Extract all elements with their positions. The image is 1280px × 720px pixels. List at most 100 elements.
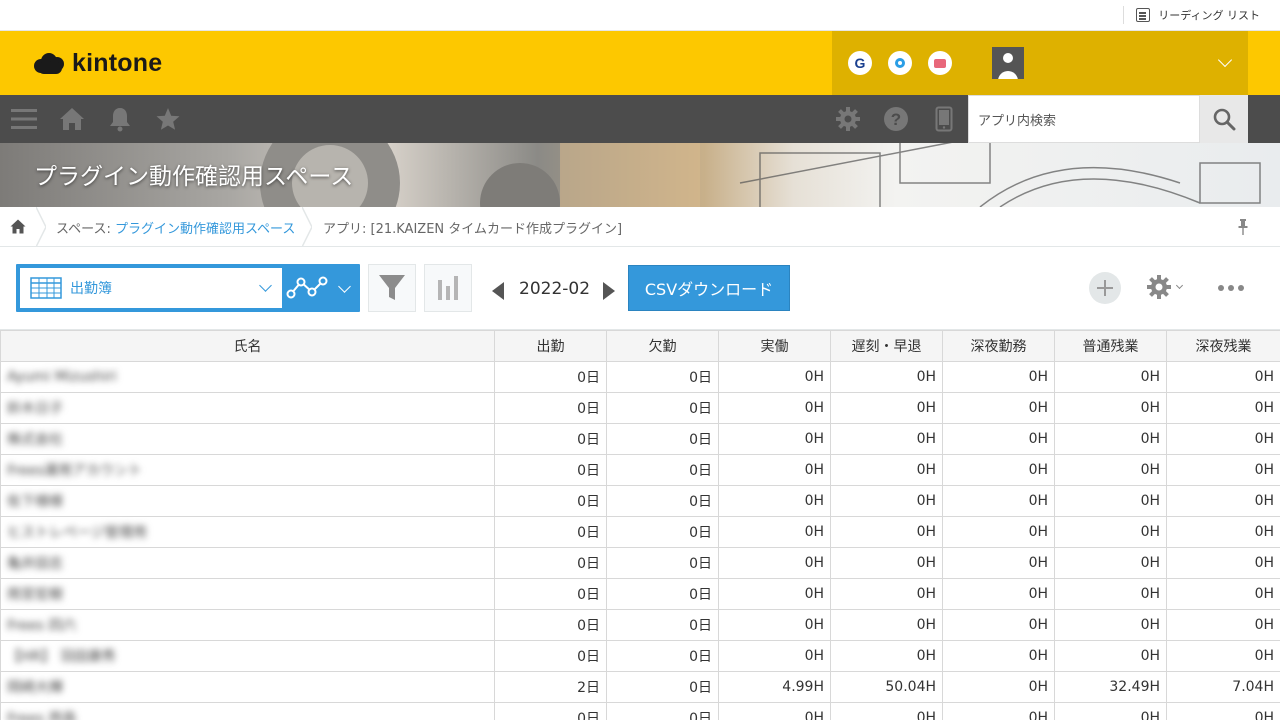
- table-cell: 0日: [606, 578, 719, 610]
- reading-list-button[interactable]: リーディング リスト: [1123, 6, 1260, 24]
- column-header[interactable]: 遅刻・早退: [830, 330, 943, 362]
- column-header[interactable]: 欠勤: [606, 330, 719, 362]
- table-cell: 0H: [718, 485, 831, 517]
- table-cell: 0日: [494, 547, 607, 579]
- logo-text: kintone: [72, 49, 163, 77]
- pin-icon[interactable]: [1238, 219, 1248, 239]
- filter-button[interactable]: [368, 264, 416, 312]
- table-cell: 0H: [718, 640, 831, 672]
- table-cell: 0H: [718, 361, 831, 393]
- table-row[interactable]: Frees 西島 0日 0日 0H 0H 0H 0H 0H: [0, 702, 1280, 720]
- next-month-button[interactable]: [603, 282, 615, 300]
- search-button[interactable]: [1200, 95, 1248, 143]
- column-header[interactable]: 深夜勤務: [942, 330, 1055, 362]
- table-cell: 0日: [494, 454, 607, 486]
- plus-icon: [1097, 280, 1113, 296]
- add-record-button[interactable]: [1089, 272, 1121, 304]
- table-view-icon: [30, 277, 62, 299]
- circle-icon[interactable]: [888, 51, 912, 75]
- home-icon[interactable]: [10, 219, 26, 238]
- search-input[interactable]: アプリ内検索: [968, 95, 1200, 143]
- gear-icon[interactable]: [834, 105, 862, 133]
- column-header[interactable]: 普通残業: [1054, 330, 1167, 362]
- user-menu[interactable]: [968, 31, 1248, 95]
- table-row[interactable]: 【HR】 羽田康秀 0日 0日 0H 0H 0H 0H 0H: [0, 640, 1280, 672]
- space-banner: プラグイン動作確認用スペース: [0, 143, 1280, 207]
- app-header: kintone G: [0, 31, 1280, 95]
- employee-name-cell: 佐下様様: [0, 485, 495, 517]
- employee-name-cell: 岡崎大輝: [0, 671, 495, 703]
- table-cell: 0H: [1166, 485, 1280, 517]
- table-cell: 0H: [1054, 609, 1167, 641]
- table-cell: 0H: [1166, 423, 1280, 455]
- table-cell: 0H: [1054, 485, 1167, 517]
- table-cell: 0H: [1166, 578, 1280, 610]
- breadcrumb: スペース: プラグイン動作確認用スペース アプリ: [21.KAIZEN タイム…: [0, 207, 1280, 247]
- table-cell: 0H: [1054, 578, 1167, 610]
- kintone-logo[interactable]: kintone: [34, 49, 162, 78]
- table-row[interactable]: Frees運用アカウント 0日 0日 0H 0H 0H 0H 0H: [0, 454, 1280, 486]
- table-row[interactable]: 雨宮宏樹 0日 0日 0H 0H 0H 0H 0H: [0, 578, 1280, 610]
- reading-list-label: リーディング リスト: [1158, 9, 1260, 22]
- table-cell: 0H: [1166, 547, 1280, 579]
- home-icon[interactable]: [58, 105, 86, 133]
- help-icon[interactable]: ?: [882, 105, 910, 133]
- star-icon[interactable]: [154, 105, 182, 133]
- table-cell: 0H: [718, 454, 831, 486]
- view-dropdown[interactable]: 出勤簿: [20, 268, 282, 308]
- table-cell: 0H: [1054, 423, 1167, 455]
- csv-download-button[interactable]: CSVダウンロード: [628, 265, 790, 311]
- table-row[interactable]: Ayumi Mizushiri 0日 0日 0H 0H 0H 0H 0H: [0, 361, 1280, 393]
- table-cell: 32.49H: [1054, 671, 1167, 703]
- previous-month-button[interactable]: [492, 282, 504, 300]
- breadcrumb-separator: [302, 207, 312, 247]
- g-icon[interactable]: G: [848, 51, 872, 75]
- table-cell: 0H: [830, 454, 943, 486]
- service-links: G: [832, 31, 968, 95]
- table-cell: 0日: [494, 423, 607, 455]
- column-header[interactable]: 実働: [718, 330, 831, 362]
- table-row[interactable]: 佐下様様 0日 0日 0H 0H 0H 0H 0H: [0, 485, 1280, 517]
- table-cell: 50.04H: [830, 671, 943, 703]
- table-cell: 0H: [942, 423, 1055, 455]
- app-settings-button[interactable]: [1146, 274, 1184, 300]
- employee-name: 亀井田志: [7, 556, 63, 572]
- view-selector: 出勤簿: [16, 264, 360, 312]
- column-header[interactable]: 深夜残業: [1166, 330, 1280, 362]
- table-row[interactable]: ヒストレページ管理用 0日 0日 0H 0H 0H 0H 0H: [0, 516, 1280, 548]
- bell-icon[interactable]: [106, 105, 134, 133]
- table-cell: 0日: [606, 609, 719, 641]
- avatar: [992, 47, 1024, 79]
- table-cell: 0H: [942, 640, 1055, 672]
- table-cell: 0日: [606, 516, 719, 548]
- view-name: 出勤簿: [70, 281, 112, 297]
- attendance-table: 氏名 出勤 欠勤 実働 遅刻・早退 深夜勤務 普通残業 深夜残業 Ayumi M…: [0, 330, 1280, 720]
- menu-icon[interactable]: [10, 105, 38, 133]
- employee-name: 佐下様様: [7, 494, 63, 510]
- search-placeholder: アプリ内検索: [978, 113, 1057, 129]
- table-cell: 0H: [1166, 392, 1280, 424]
- graph-button[interactable]: [424, 264, 472, 312]
- employee-name: 雨宮宏樹: [7, 587, 63, 603]
- table-cell: 0日: [494, 361, 607, 393]
- table-cell: 0H: [942, 609, 1055, 641]
- table-header-row: 氏名 出勤 欠勤 実働 遅刻・早退 深夜勤務 普通残業 深夜残業: [0, 330, 1280, 362]
- breadcrumb-space: スペース: プラグイン動作確認用スペース: [56, 218, 295, 237]
- table-row[interactable]: 岡崎大輝 2日 0日 4.99H 50.04H 0H 32.49H 7.04H: [0, 671, 1280, 703]
- column-header[interactable]: 出勤: [494, 330, 607, 362]
- mobile-icon[interactable]: [930, 105, 958, 133]
- table-cell: 0日: [606, 671, 719, 703]
- more-options-button[interactable]: [1218, 285, 1244, 291]
- space-link[interactable]: プラグイン動作確認用スペース: [115, 222, 295, 237]
- table-row[interactable]: Frees 四六 0日 0日 0H 0H 0H 0H 0H: [0, 609, 1280, 641]
- table-cell: 0日: [494, 516, 607, 548]
- mail-icon[interactable]: [928, 51, 952, 75]
- employee-name-cell: 【HR】 羽田康秀: [0, 640, 495, 672]
- table-row[interactable]: 株式会社 0日 0日 0H 0H 0H 0H 0H: [0, 423, 1280, 455]
- table-row[interactable]: 亀井田志 0日 0日 0H 0H 0H 0H 0H: [0, 547, 1280, 579]
- table-row[interactable]: 鈴木日子 0日 0日 0H 0H 0H 0H 0H: [0, 392, 1280, 424]
- table-cell: 0H: [1166, 361, 1280, 393]
- graph-dropdown[interactable]: [286, 268, 356, 308]
- column-header[interactable]: 氏名: [0, 330, 495, 362]
- table-cell: 0日: [606, 423, 719, 455]
